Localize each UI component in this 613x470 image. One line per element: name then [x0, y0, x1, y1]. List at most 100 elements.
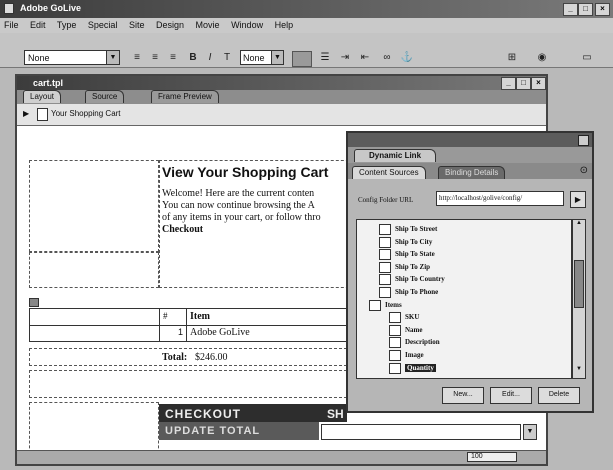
- tree-item[interactable]: Description: [389, 337, 440, 349]
- menu-bar: File Edit Type Special Site Design Movie…: [0, 18, 613, 33]
- menu-movie[interactable]: Movie: [196, 20, 220, 30]
- tree-item[interactable]: Name: [389, 324, 423, 336]
- anchor-icon[interactable]: ⚓: [400, 51, 414, 65]
- menu-type[interactable]: Type: [57, 20, 77, 30]
- align-left-icon[interactable]: ≡: [130, 51, 144, 65]
- total-label: Total:: [162, 352, 188, 363]
- layout-left-cell-2: [29, 252, 159, 288]
- tree-item[interactable]: Ship To Phone: [379, 287, 438, 298]
- outdent-icon[interactable]: ⇤: [358, 51, 372, 65]
- table-head-item: Item: [190, 311, 210, 322]
- document-title: cart.tpl: [33, 78, 64, 88]
- tree-rows: Ship To Street Ship To City Ship To State S…: [357, 220, 571, 378]
- config-folder-value: http://localhost/golive/config/: [439, 194, 523, 202]
- menu-help[interactable]: Help: [275, 20, 294, 30]
- tree-item[interactable]: Ship To Country: [379, 274, 445, 286]
- size-select[interactable]: None ▼: [240, 50, 284, 65]
- scroll-down-arrow[interactable]: ▼: [573, 366, 585, 376]
- link-icon[interactable]: ∞: [380, 51, 394, 65]
- update-total-button[interactable]: UPDATE TOTAL: [159, 422, 319, 440]
- palette-title-tab[interactable]: Dynamic Link: [354, 149, 437, 162]
- checkout-button[interactable]: CHECKOUT SH: [159, 404, 347, 422]
- edit-button[interactable]: Edit...: [490, 387, 532, 404]
- tree-item-label: Ship To Country: [395, 275, 445, 284]
- palette-close-icon[interactable]: [578, 135, 589, 146]
- font-select[interactable]: None ▼: [24, 50, 120, 65]
- table-marker: [29, 298, 39, 307]
- palette-menu-icon[interactable]: ⊙: [580, 165, 588, 176]
- menu-design[interactable]: Design: [156, 20, 184, 30]
- font-select-value: None: [28, 53, 50, 63]
- color-icon[interactable]: [292, 51, 312, 67]
- table-row-num: 1: [178, 327, 184, 337]
- menu-special[interactable]: Special: [88, 20, 118, 30]
- tree-item[interactable]: Ship To City: [379, 236, 432, 248]
- menu-file[interactable]: File: [4, 20, 19, 30]
- toolbar: None ▼ ≡ ≡ ≡ B I T None ▼ ☰ ⇥ ⇤ ∞ ⚓ ⊞ ◉ …: [0, 33, 613, 68]
- italic-icon[interactable]: I: [203, 51, 217, 65]
- tab-source[interactable]: Source: [85, 90, 125, 103]
- site-icon[interactable]: ⊞: [505, 51, 519, 65]
- go-icon[interactable]: ◉: [535, 51, 549, 65]
- size-select-value: None: [243, 53, 265, 63]
- app-titlebar: Adobe GoLive _ □ ×: [0, 0, 613, 18]
- tree-item[interactable]: SKU: [389, 312, 419, 324]
- cart-table: # Item 1 Adobe GoLive: [29, 308, 347, 342]
- folder-icon: [369, 299, 381, 311]
- update-field[interactable]: [321, 424, 521, 440]
- table-divider: [30, 325, 346, 326]
- doc-close-button[interactable]: ×: [531, 77, 546, 90]
- intro-line-3: of any items in your cart, or follow thr…: [162, 212, 321, 223]
- tree-item-label: Quantity: [405, 363, 436, 372]
- table-col-num: [186, 309, 187, 341]
- menu-edit[interactable]: Edit: [30, 20, 46, 30]
- tree-item[interactable]: Ship To Street: [379, 224, 437, 235]
- bold-icon[interactable]: B: [186, 51, 200, 65]
- menu-site[interactable]: Site: [129, 20, 145, 30]
- list-icon[interactable]: ☰: [318, 51, 332, 65]
- maximize-button[interactable]: □: [578, 3, 593, 16]
- chevron-down-icon: ▼: [106, 51, 119, 64]
- tree-item-label: Ship To Zip: [395, 262, 431, 271]
- app-title: Adobe GoLive: [20, 3, 82, 13]
- align-center-icon[interactable]: ≡: [148, 51, 162, 65]
- tree-scrollbar[interactable]: ▲ ▼: [572, 219, 586, 379]
- tree-item[interactable]: Items: [369, 299, 402, 311]
- cart-intro: Welcome! Here are the current conten You…: [162, 188, 321, 236]
- checkout-link[interactable]: Checkout: [162, 224, 321, 236]
- scroll-up-arrow[interactable]: ▲: [573, 220, 585, 230]
- tab-content-sources[interactable]: Content Sources: [352, 166, 426, 179]
- scroll-arrow-icon[interactable]: ▼: [523, 424, 537, 440]
- tree-item[interactable]: Ship To State: [379, 249, 435, 261]
- spacer-row: [29, 370, 347, 398]
- preview-icon[interactable]: ▭: [580, 51, 594, 65]
- teletype-icon[interactable]: T: [220, 51, 234, 65]
- page-title[interactable]: Your Shopping Cart: [51, 109, 121, 118]
- indent-icon[interactable]: ⇥: [338, 51, 352, 65]
- scroll-thumb[interactable]: [574, 260, 584, 308]
- tab-frame-preview[interactable]: Frame Preview: [151, 90, 219, 103]
- new-button[interactable]: New...: [442, 387, 484, 404]
- tab-binding-details[interactable]: Binding Details: [438, 166, 506, 179]
- align-right-icon[interactable]: ≡: [166, 51, 180, 65]
- tree-item-label: Name: [405, 325, 423, 334]
- delete-button[interactable]: Delete: [538, 387, 580, 404]
- tree-item[interactable]: Image: [389, 350, 424, 361]
- app-icon: [4, 3, 14, 14]
- doc-maximize-button[interactable]: □: [516, 77, 531, 90]
- tree-item-label: Ship To State: [395, 250, 435, 259]
- config-folder-input[interactable]: http://localhost/golive/config/: [436, 191, 564, 206]
- field-icon: [389, 350, 401, 361]
- table-row-item: Adobe GoLive: [190, 327, 250, 338]
- tree-item[interactable]: Ship To Zip: [379, 261, 431, 273]
- triangle-icon[interactable]: ▶: [23, 109, 29, 118]
- browse-arrow-icon[interactable]: ▶: [570, 191, 586, 208]
- tree-item[interactable]: Quantity: [389, 362, 436, 374]
- tab-layout[interactable]: Layout: [23, 90, 62, 103]
- doc-minimize-button[interactable]: _: [501, 77, 516, 90]
- zoom-field[interactable]: 100: [467, 452, 517, 462]
- menu-window[interactable]: Window: [231, 20, 263, 30]
- palette-titlebar: [348, 133, 592, 147]
- minimize-button[interactable]: _: [563, 3, 578, 16]
- close-button[interactable]: ×: [595, 3, 610, 16]
